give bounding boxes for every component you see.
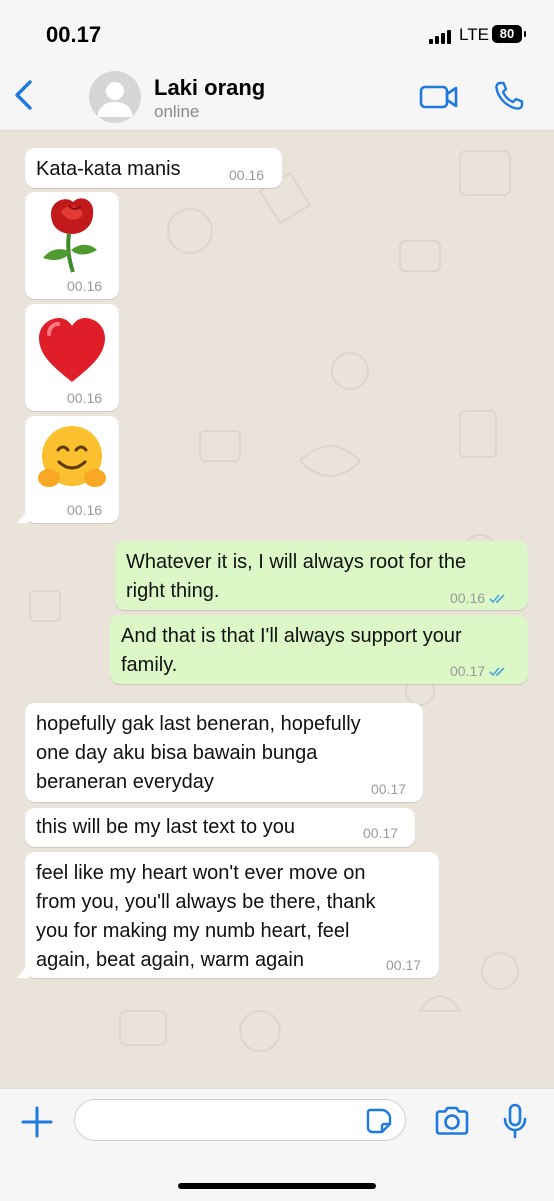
incoming-message[interactable]: feel like my heart won't ever move on fr… [17,852,439,978]
red-heart-icon [39,318,105,382]
voice-call-icon[interactable] [493,80,525,112]
sticker-icon[interactable] [366,1108,392,1134]
message-time: 00.16 [450,590,486,606]
signal-icon [429,30,453,44]
message-text: this will be my last text to you [36,816,295,838]
battery-icon: 80 [492,25,526,43]
message-text: And that is that I'll always support you… [121,625,462,676]
default-avatar-icon [97,82,133,117]
message-time: 00.16 [67,390,103,406]
message-input[interactable] [74,1099,406,1141]
message-text: Kata-kata manis [36,158,181,180]
message-text: feel like my heart won't ever move on fr… [36,862,376,971]
microphone-icon[interactable] [502,1103,528,1139]
home-indicator [178,1183,376,1189]
status-bar: 00.17 LTE 80 [0,0,554,60]
incoming-emoji-message[interactable]: 00.16 [25,192,119,299]
camera-icon[interactable] [434,1105,470,1137]
message-time: 00.17 [371,781,407,797]
message-time: 00.16 [67,278,103,294]
message-time: 00.16 [67,502,103,518]
hugging-face-icon [38,426,106,487]
message-time: 00.16 [229,167,265,183]
outgoing-message[interactable]: And that is that I'll always support you… [110,615,528,684]
video-call-icon[interactable] [419,83,459,111]
contact-name[interactable]: Laki orang [154,75,265,101]
chat-area[interactable]: Kata-kata manis 00.16 00.16 00.16 00.16 … [0,131,554,1088]
back-chevron-icon[interactable] [10,78,40,112]
message-time: 00.17 [450,663,486,679]
status-time: 00.17 [46,22,102,47]
read-receipt-icon [489,594,505,604]
incoming-emoji-message[interactable]: 00.16 [25,304,119,411]
bubble-tail [17,509,29,523]
message-time: 00.17 [386,957,422,973]
message-text: hopefully gak last beneran, hopefully on… [36,713,361,793]
chat-header: Laki orang online [0,60,554,131]
incoming-emoji-message[interactable]: 00.16 [17,416,119,523]
avatar[interactable] [89,71,141,123]
incoming-message[interactable]: this will be my last text to you 00.17 [25,808,415,847]
contact-status: online [154,102,200,121]
attach-plus-icon[interactable] [20,1105,54,1139]
incoming-message[interactable]: hopefully gak last beneran, hopefully on… [25,703,423,802]
network-label: LTE [459,25,489,44]
outgoing-message[interactable]: Whatever it is, I will always root for t… [115,541,528,610]
bubble-tail [17,964,29,978]
message-text: Whatever it is, I will always root for t… [126,551,467,602]
incoming-message[interactable]: Kata-kata manis 00.16 [25,148,282,188]
composer-bar [0,1088,554,1201]
read-receipt-icon [489,667,505,677]
rose-icon [43,198,97,273]
message-time: 00.17 [363,825,399,841]
